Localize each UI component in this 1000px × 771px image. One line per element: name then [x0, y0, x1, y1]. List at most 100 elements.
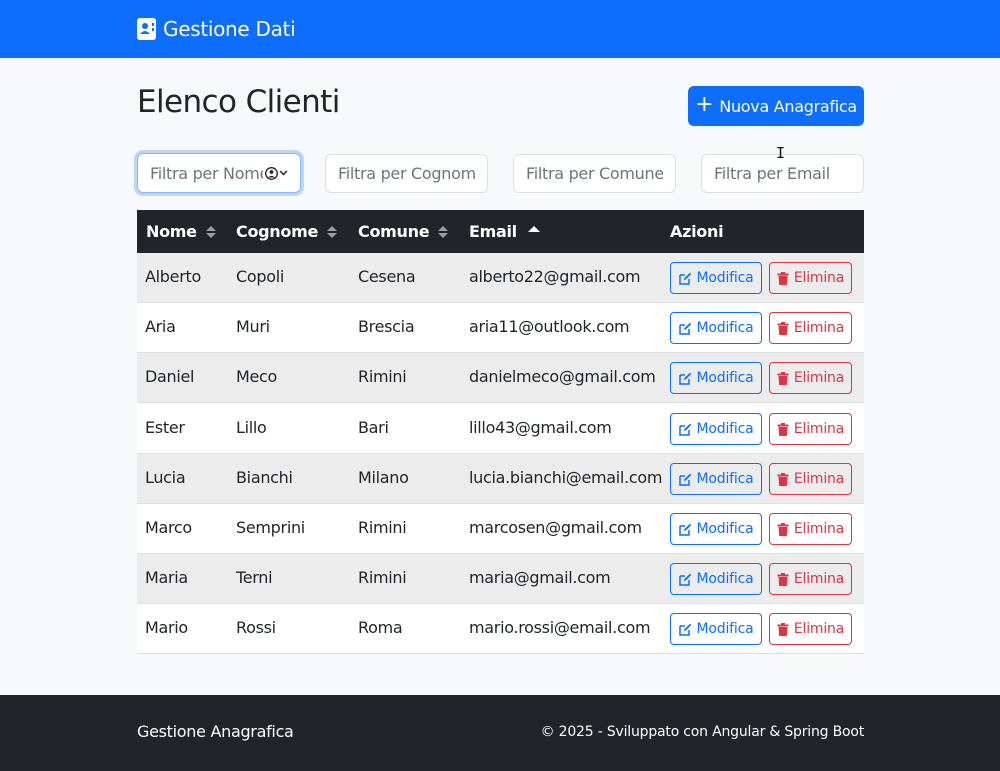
- delete-button[interactable]: Elimina: [769, 262, 852, 294]
- delete-button[interactable]: Elimina: [769, 613, 852, 645]
- cell-comune: Roma: [358, 617, 403, 637]
- delete-label: Elimina: [793, 421, 845, 437]
- cell-email: lucia.bianchi@email.com: [469, 467, 663, 487]
- address-card-icon: [137, 18, 156, 40]
- cell-cognome: Rossi: [236, 617, 276, 637]
- cell-cognome: Bianchi: [236, 467, 293, 487]
- delete-button[interactable]: Elimina: [769, 312, 852, 344]
- delete-label: Elimina: [793, 471, 845, 487]
- navbar: Gestione Dati: [0, 0, 1000, 58]
- filter-nome-input[interactable]: Filtra per Nome: [137, 153, 301, 193]
- edit-button[interactable]: Modifica: [670, 262, 762, 294]
- delete-button[interactable]: Elimina: [769, 563, 852, 595]
- edit-icon: [678, 623, 692, 636]
- cell-email: mario.rossi@email.com: [469, 617, 651, 637]
- new-anagrafica-button[interactable]: + Nuova Anagrafica: [688, 86, 864, 126]
- delete-button[interactable]: Elimina: [769, 513, 852, 545]
- edit-label: Modifica: [696, 320, 754, 336]
- trash-icon: [777, 472, 789, 486]
- edit-icon: [678, 523, 692, 536]
- column-header-comune[interactable]: Comune: [358, 210, 449, 253]
- table-header: Nome Cognome Comune Email Azioni: [137, 210, 864, 253]
- trash-icon: [777, 622, 789, 636]
- delete-button[interactable]: Elimina: [769, 362, 852, 394]
- edit-icon: [678, 272, 692, 285]
- delete-label: Elimina: [793, 571, 845, 587]
- footer-app-name: Gestione Anagrafica: [137, 722, 294, 741]
- column-label: Azioni: [670, 222, 724, 241]
- new-anagrafica-label: Nuova Anagrafica: [719, 96, 857, 116]
- cell-comune: Brescia: [358, 316, 415, 336]
- column-header-cognome[interactable]: Cognome: [236, 210, 337, 253]
- cell-nome: Aria: [145, 316, 176, 336]
- cell-cognome: Copoli: [236, 266, 284, 286]
- table-row: Ester Lillo Bari lillo43@gmail.com Modifica E…: [137, 404, 864, 454]
- cell-email: maria@gmail.com: [469, 567, 611, 587]
- sort-icon: [205, 225, 216, 238]
- table-row: Alberto Copoli Cesena alberto22@gmail.com Mo…: [137, 253, 864, 303]
- cell-nome: Mario: [145, 617, 188, 637]
- cell-comune: Rimini: [358, 366, 407, 386]
- edit-button[interactable]: Modifica: [670, 613, 762, 645]
- cell-nome: Daniel: [145, 366, 195, 386]
- cell-cognome: Muri: [236, 316, 270, 336]
- cell-comune: Cesena: [358, 266, 416, 286]
- delete-button[interactable]: Elimina: [769, 463, 852, 495]
- edit-button[interactable]: Modifica: [670, 463, 762, 495]
- sort-icon: [327, 225, 337, 238]
- filter-comune-input[interactable]: Filtra per Comune: [513, 154, 676, 193]
- edit-label: Modifica: [696, 571, 754, 587]
- cell-nome: Lucia: [145, 467, 186, 487]
- edit-button[interactable]: Modifica: [670, 312, 762, 344]
- sort-icon: [438, 225, 449, 238]
- edit-button[interactable]: Modifica: [670, 563, 762, 595]
- cell-comune: Rimini: [358, 567, 407, 587]
- filter-email-placeholder: Filtra per Email: [714, 164, 830, 183]
- cell-nome: Marco: [145, 517, 192, 537]
- user-circle-icon: [265, 166, 278, 180]
- page-title: Elenco Clienti: [137, 84, 340, 120]
- delete-button[interactable]: Elimina: [769, 413, 852, 445]
- edit-label: Modifica: [696, 521, 754, 537]
- trash-icon: [777, 522, 789, 536]
- cell-cognome: Terni: [236, 567, 273, 587]
- cell-email: lillo43@gmail.com: [469, 417, 612, 437]
- cell-email: danielmeco@gmail.com: [469, 366, 656, 386]
- cell-comune: Milano: [358, 467, 409, 487]
- filter-cognome-input[interactable]: Filtra per Cognome: [325, 154, 488, 193]
- edit-button[interactable]: Modifica: [670, 413, 762, 445]
- column-header-email[interactable]: Email: [469, 210, 540, 253]
- brand-label: Gestione Dati: [163, 17, 296, 41]
- edit-label: Modifica: [696, 471, 754, 487]
- cell-nome: Maria: [145, 567, 188, 587]
- column-label: Email: [469, 222, 517, 241]
- cell-cognome: Lillo: [236, 417, 267, 437]
- edit-label: Modifica: [696, 621, 754, 637]
- edit-button[interactable]: Modifica: [670, 362, 762, 394]
- table-row: Maria Terni Rimini maria@gmail.com Modifica E…: [137, 554, 864, 604]
- edit-icon: [678, 573, 692, 586]
- filter-nome-placeholder: Filtra per Nome: [150, 163, 263, 183]
- trash-icon: [777, 321, 789, 335]
- edit-icon: [678, 473, 692, 486]
- filter-comune-placeholder: Filtra per Comune: [526, 164, 663, 183]
- cell-cognome: Semprini: [236, 517, 305, 537]
- delete-label: Elimina: [793, 370, 845, 386]
- edit-label: Modifica: [696, 370, 754, 386]
- edit-label: Modifica: [696, 421, 754, 437]
- column-header-azioni: Azioni: [670, 210, 724, 253]
- trash-icon: [777, 371, 789, 385]
- delete-label: Elimina: [793, 621, 845, 637]
- text-cursor-icon: I: [776, 144, 786, 162]
- autofill-contact-icon[interactable]: [265, 166, 288, 180]
- table-row: Marco Semprini Rimini marcosen@gmail.com Mod…: [137, 504, 864, 554]
- column-label: Cognome: [236, 222, 318, 241]
- chevron-down-icon: [279, 170, 288, 176]
- delete-label: Elimina: [793, 270, 845, 286]
- edit-icon: [678, 322, 692, 335]
- edit-button[interactable]: Modifica: [670, 513, 762, 545]
- navbar-brand[interactable]: Gestione Dati: [137, 17, 296, 41]
- table-row: Lucia Bianchi Milano lucia.bianchi@email.co…: [137, 454, 864, 504]
- column-header-nome[interactable]: Nome: [146, 210, 216, 253]
- table-row: Daniel Meco Rimini danielmeco@gmail.com Modi…: [137, 353, 864, 403]
